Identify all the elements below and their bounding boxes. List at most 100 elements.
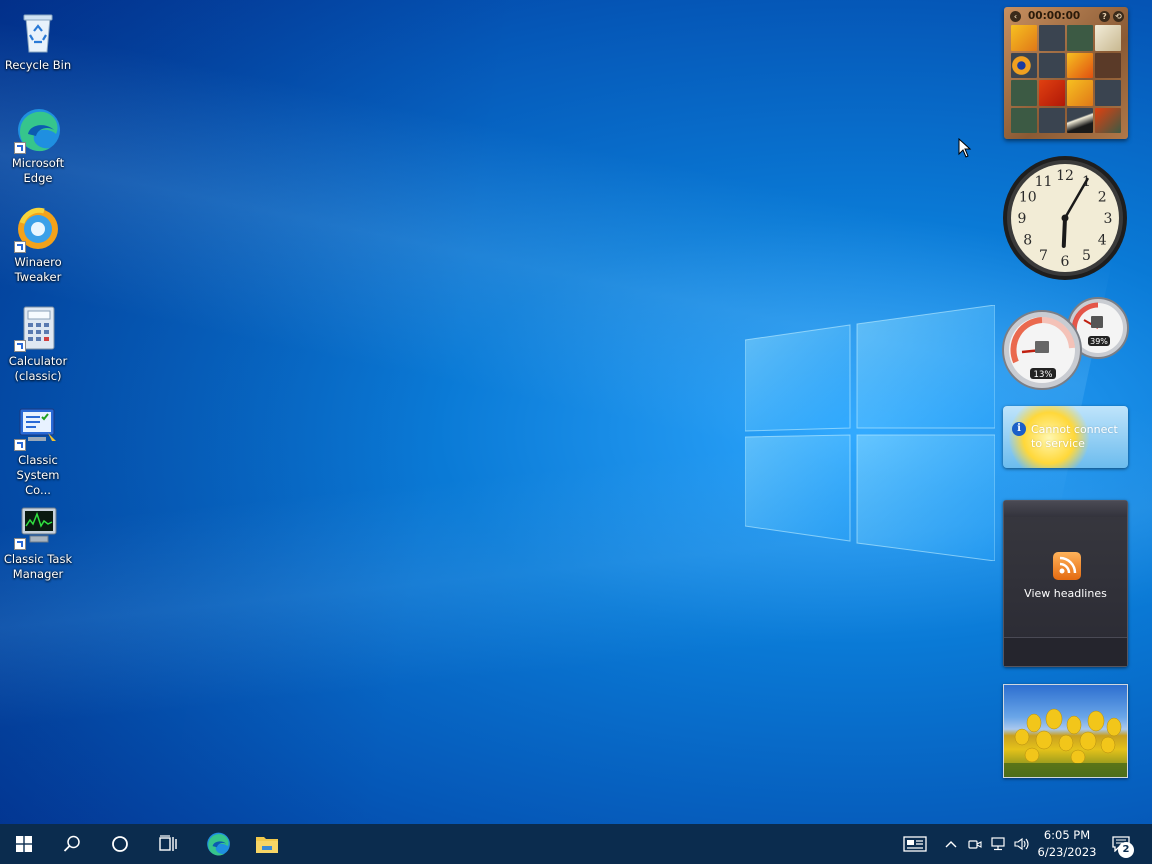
winaero-tweaker-icon bbox=[14, 205, 62, 253]
volume-button[interactable] bbox=[1012, 834, 1032, 854]
weather-status-message: Cannot connect to service bbox=[1031, 423, 1118, 450]
puzzle-tile[interactable] bbox=[1011, 107, 1037, 133]
memory-chip-icon bbox=[1091, 316, 1103, 328]
search-icon bbox=[63, 835, 80, 852]
clock-numeral: 4 bbox=[1098, 233, 1107, 249]
desktop-icon-label: Classic System Co... bbox=[16, 453, 60, 497]
puzzle-tile[interactable] bbox=[1039, 80, 1065, 106]
taskbar-date: 6/23/2023 bbox=[1037, 845, 1097, 859]
desktop-icon-task-manager[interactable]: Classic Task Manager bbox=[2, 496, 74, 582]
start-icon bbox=[16, 836, 32, 852]
search-button[interactable] bbox=[48, 824, 96, 864]
edge-icon bbox=[14, 106, 62, 154]
shortcut-arrow-icon bbox=[14, 439, 26, 451]
picture-puzzle-gadget[interactable]: ‹ 00:00:00 ? ⟲ bbox=[1004, 7, 1128, 139]
cpu-chip-icon bbox=[1035, 341, 1049, 353]
desktop-icon-calculator[interactable]: Calculator (classic) bbox=[2, 298, 74, 384]
puzzle-tile[interactable] bbox=[1095, 80, 1121, 106]
puzzle-tile[interactable] bbox=[1095, 52, 1121, 78]
feed-headlines-gadget[interactable]: View headlines bbox=[1003, 500, 1128, 667]
windows-logo-wallpaper bbox=[745, 305, 995, 561]
memory-usage-value: 39% bbox=[1090, 337, 1108, 346]
clock-numeral: 10 bbox=[1019, 190, 1037, 206]
task-view-icon bbox=[159, 835, 177, 851]
recycle-bin-icon bbox=[14, 8, 62, 56]
puzzle-tile[interactable] bbox=[1039, 107, 1065, 133]
puzzle-tile[interactable] bbox=[1095, 107, 1121, 133]
cpu-usage-value: 13% bbox=[1034, 370, 1053, 380]
taskbar-time: 6:05 PM bbox=[1043, 828, 1091, 842]
shortcut-arrow-icon bbox=[14, 538, 26, 550]
tulips-photo bbox=[1004, 708, 1127, 777]
system-config-icon bbox=[14, 403, 62, 451]
desktop-icon-label: Recycle Bin bbox=[4, 58, 72, 72]
notification-count-badge: 2 bbox=[1118, 842, 1134, 858]
clock-numeral: 11 bbox=[1035, 174, 1053, 190]
task-manager-icon bbox=[14, 502, 62, 550]
puzzle-back-icon[interactable]: ‹ bbox=[1010, 11, 1021, 22]
puzzle-tile[interactable] bbox=[1011, 25, 1037, 51]
taskbar-clock[interactable]: 6:05 PM 6/23/2023 bbox=[1032, 827, 1102, 861]
meet-now-button[interactable] bbox=[966, 834, 984, 854]
puzzle-shuffle-button[interactable]: ⟲ bbox=[1113, 11, 1124, 22]
puzzle-tile[interactable] bbox=[1067, 25, 1093, 51]
taskbar-edge-button[interactable] bbox=[194, 824, 242, 864]
puzzle-tile[interactable] bbox=[1011, 80, 1037, 106]
desktop-icon-label: Microsoft Edge bbox=[11, 156, 65, 185]
chevron-up-icon bbox=[945, 841, 957, 848]
clock-numeral: 12 bbox=[1056, 168, 1074, 184]
puzzle-grid[interactable] bbox=[1011, 25, 1121, 133]
clock-hour-hand bbox=[1061, 216, 1067, 248]
slideshow-gadget[interactable] bbox=[1003, 684, 1128, 778]
start-button[interactable] bbox=[0, 824, 48, 864]
desktop-icon-edge[interactable]: Microsoft Edge bbox=[2, 100, 74, 186]
puzzle-tile[interactable] bbox=[1039, 25, 1065, 51]
show-hidden-icons-button[interactable] bbox=[942, 834, 960, 854]
clock-gadget[interactable]: 121234567891011 bbox=[1002, 155, 1128, 281]
rss-icon[interactable] bbox=[1053, 552, 1081, 580]
cpu-meter-gadget[interactable]: 39% 13% bbox=[1002, 296, 1130, 392]
weather-gadget[interactable]: i Cannot connect to service bbox=[1003, 406, 1128, 468]
file-explorer-icon bbox=[256, 837, 278, 853]
feed-footer bbox=[1004, 637, 1127, 666]
network-button[interactable] bbox=[989, 834, 1009, 854]
cortana-button[interactable] bbox=[96, 824, 144, 864]
shortcut-arrow-icon bbox=[14, 241, 26, 253]
shortcut-arrow-icon bbox=[14, 142, 26, 154]
puzzle-tile[interactable] bbox=[1011, 52, 1037, 78]
calculator-icon bbox=[14, 304, 62, 352]
puzzle-help-button[interactable]: ? bbox=[1099, 11, 1110, 22]
puzzle-tile[interactable] bbox=[1067, 80, 1093, 106]
meet-now-icon bbox=[968, 840, 982, 849]
puzzle-tile[interactable] bbox=[1067, 52, 1093, 78]
desktop-icon-recycle-bin[interactable]: Recycle Bin bbox=[2, 2, 74, 73]
desktop-icon-label: Calculator (classic) bbox=[8, 354, 68, 383]
puzzle-timer: 00:00:00 bbox=[1028, 10, 1081, 22]
desktop-icon-label: Winaero Tweaker bbox=[14, 255, 62, 284]
view-headlines-link[interactable]: View headlines bbox=[1004, 587, 1127, 600]
clock-numeral: 5 bbox=[1082, 248, 1091, 264]
edge-icon bbox=[207, 832, 230, 856]
clock-numeral: 6 bbox=[1061, 254, 1070, 270]
desktop-icon-label: Classic Task Manager bbox=[3, 552, 73, 581]
clock-numeral: 9 bbox=[1018, 211, 1027, 227]
volume-icon bbox=[1014, 837, 1029, 851]
puzzle-tile[interactable] bbox=[1095, 25, 1121, 51]
clock-numeral: 3 bbox=[1104, 211, 1113, 227]
info-icon: i bbox=[1012, 422, 1026, 436]
news-button[interactable] bbox=[902, 834, 928, 854]
feed-header bbox=[1004, 501, 1127, 517]
puzzle-tile[interactable] bbox=[1039, 52, 1065, 78]
taskbar: 6:05 PM 6/23/2023 2 bbox=[0, 824, 1152, 864]
taskbar-file-explorer-button[interactable] bbox=[243, 824, 291, 864]
news-icon bbox=[903, 836, 927, 852]
puzzle-toolbar: ‹ 00:00:00 ? ⟲ bbox=[1008, 9, 1124, 23]
clock-numeral: 2 bbox=[1098, 190, 1107, 206]
task-view-button[interactable] bbox=[144, 824, 192, 864]
desktop-icon-system-config[interactable]: Classic System Co... bbox=[2, 397, 74, 498]
puzzle-tile[interactable] bbox=[1067, 107, 1093, 133]
cortana-icon bbox=[112, 836, 128, 852]
clock-numeral: 7 bbox=[1039, 248, 1048, 264]
desktop[interactable]: Recycle Bin Microsoft Edge Winaero Tweak… bbox=[0, 0, 1152, 824]
desktop-icon-winaero-tweaker[interactable]: Winaero Tweaker bbox=[2, 199, 74, 285]
